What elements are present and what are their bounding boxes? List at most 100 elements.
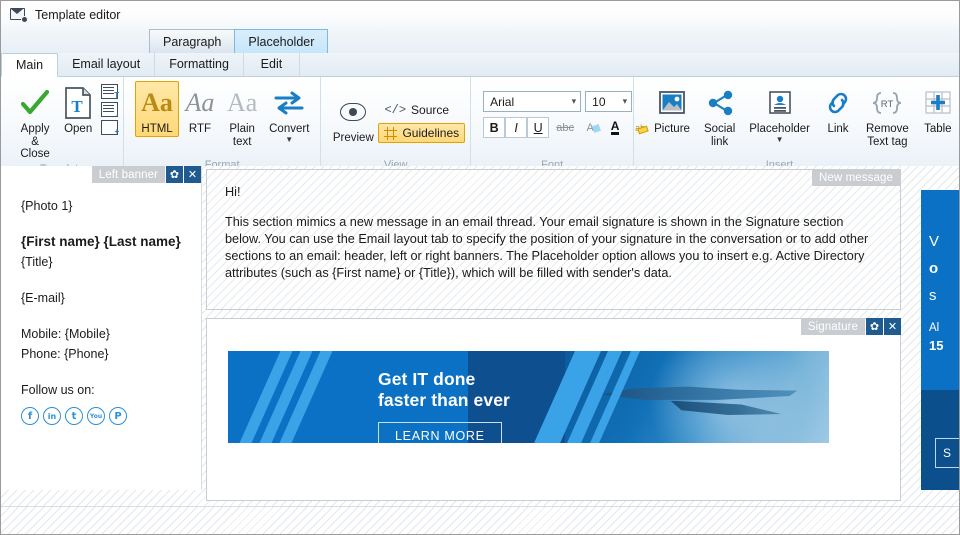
font-size-value: 10 [592,94,606,109]
link-label: Link [827,123,849,135]
aa-html-icon: Aa [141,87,173,117]
chevron-down-icon: ▾ [622,96,628,106]
close-x-icon[interactable]: ✕ [884,318,901,335]
remove-text-tag-label: Remove Text tag [866,123,909,148]
tab-main-label: Main [16,58,44,72]
clear-formatting-button[interactable]: A [578,117,602,138]
social-link-button[interactable]: Social link [697,81,742,149]
title-bar: Template editor [1,1,959,29]
new-message-tag-label: New message [812,169,900,186]
source-code-icon: </> [384,103,407,117]
settings-gear-icon[interactable]: ✿ [866,318,883,335]
save-as-template-icon[interactable]: T [101,83,119,99]
left-banner-section-tag: Left banner ✿ ✕ [91,166,201,183]
ribbon-group-insert: Picture Social link Placeholder ▼ Link R… [634,77,959,173]
placeholder-caret-icon[interactable]: ▼ [776,135,784,143]
close-x-icon[interactable]: ✕ [184,166,201,183]
right-banner-cta-button[interactable]: S [935,438,959,468]
guidelines-toggle[interactable]: Guidelines [378,123,466,143]
linkedin-icon[interactable]: in [43,407,61,425]
font-family-value: Arial [490,94,515,109]
signature-line-mobile: Mobile: {Mobile} [21,327,110,341]
contextual-tab-placeholder[interactable]: Placeholder [234,29,329,53]
source-toggle[interactable]: </> Source [378,100,465,120]
settings-gear-icon[interactable]: ✿ [166,166,183,183]
link-button[interactable]: Link [817,81,859,137]
window-title: Template editor [35,8,121,22]
new-document-icon[interactable]: + [101,119,119,135]
contextual-tab-placeholder-label: Placeholder [248,34,315,49]
eye-icon [340,94,367,130]
italic-label: I [514,120,518,135]
bold-button[interactable]: B [483,117,506,138]
svg-text:RT: RT [881,99,894,110]
strikethrough-button[interactable]: abc [553,117,577,138]
chevron-down-icon: ▾ [571,96,577,106]
format-rtf-button[interactable]: Aa RTF [179,81,221,137]
right-banner-cta-label: S [943,446,952,460]
open-label: Open [64,123,93,135]
tab-main[interactable]: Main [1,53,59,77]
font-size-select[interactable]: 10 ▾ [585,91,633,112]
signature-line-email: {E-mail} [21,291,65,305]
section-signature[interactable]: Signature ✿ ✕ Get IT done faster than ev… [206,318,901,501]
picture-button[interactable]: Picture [647,81,697,137]
section-right-banner[interactable]: V o s Al 15 S [901,166,959,534]
font-color-button[interactable]: A [603,117,627,138]
convert-caret-icon[interactable]: ▼ [285,135,293,143]
convert-button[interactable]: Convert ▼ [263,81,315,144]
table-button[interactable]: Table [916,81,959,137]
remove-text-tag-button[interactable]: RT Remove Text tag [859,81,916,149]
editor-main-column: New message Hi! This section mimics a ne… [206,166,901,534]
youtube-icon[interactable]: You [87,407,105,425]
format-plain-text-button[interactable]: Aa Plain text [221,81,263,149]
template-editor-window: Template editor Paragraph Placeholder Ma… [0,0,960,535]
placeholder-button[interactable]: Placeholder ▼ [742,81,817,144]
signature-line-photo: {Photo 1} [21,199,73,213]
save-icon[interactable]: ↓ [101,101,119,117]
tab-edit-label: Edit [260,57,283,71]
new-message-body[interactable]: Hi! This section mimics a new message in… [207,170,900,296]
underline-label: U [533,120,543,135]
open-document-icon: T [64,85,92,121]
tab-edit[interactable]: Edit [244,52,300,76]
bold-label: B [489,120,499,135]
facebook-icon[interactable]: f [21,407,39,425]
convert-arrows-icon [274,85,304,121]
format-html-button[interactable]: Aa HTML [135,81,179,137]
pinterest-icon[interactable]: P [109,407,127,425]
twitter-icon[interactable]: t [65,407,83,425]
canvas-bottom-guidelines [1,506,959,534]
underline-button[interactable]: U [527,117,550,138]
template-mini-button-column: T ↓ + [101,81,119,137]
chain-link-icon [824,85,852,121]
signature-promo-banner[interactable]: Get IT done faster than ever LEARN MORE [228,351,829,443]
left-banner-content: {Photo 1} {First name} {Last name} {Titl… [1,166,201,425]
banner-cta-label: LEARN MORE [395,429,485,443]
section-new-message[interactable]: New message Hi! This section mimics a ne… [206,169,901,310]
apply-and-close-button[interactable]: Apply & Close [13,81,57,162]
table-label: Table [924,123,952,135]
open-button[interactable]: T Open [57,81,99,137]
tab-formatting-label: Formatting [169,57,229,71]
apply-and-close-label: Apply & Close [20,123,50,160]
tab-formatting[interactable]: Formatting [155,52,244,76]
right-banner-graphic[interactable]: V o s Al 15 S [921,190,959,490]
signature-line-phone: Phone: {Phone} [21,347,109,361]
aa-rtf-icon: Aa [185,87,215,117]
font-family-select[interactable]: Arial ▾ [483,91,582,112]
preview-button[interactable]: Preview [332,90,374,146]
contextual-tab-paragraph[interactable]: Paragraph [149,29,236,53]
ribbon-group-format: Aa HTML Aa RTF Aa Plain text Convert ▼ F… [124,77,322,173]
section-left-banner[interactable]: Left banner ✿ ✕ {Photo 1} {First name} {… [1,166,202,490]
italic-button[interactable]: I [505,117,528,138]
editor-canvas[interactable]: Left banner ✿ ✕ {Photo 1} {First name} {… [1,166,959,534]
tab-email-layout[interactable]: Email layout [58,52,156,76]
banner-learn-more-button[interactable]: LEARN MORE [378,422,502,443]
right-banner-line-2: o [929,260,939,277]
banner-headline-line2: faster than ever [378,390,510,410]
